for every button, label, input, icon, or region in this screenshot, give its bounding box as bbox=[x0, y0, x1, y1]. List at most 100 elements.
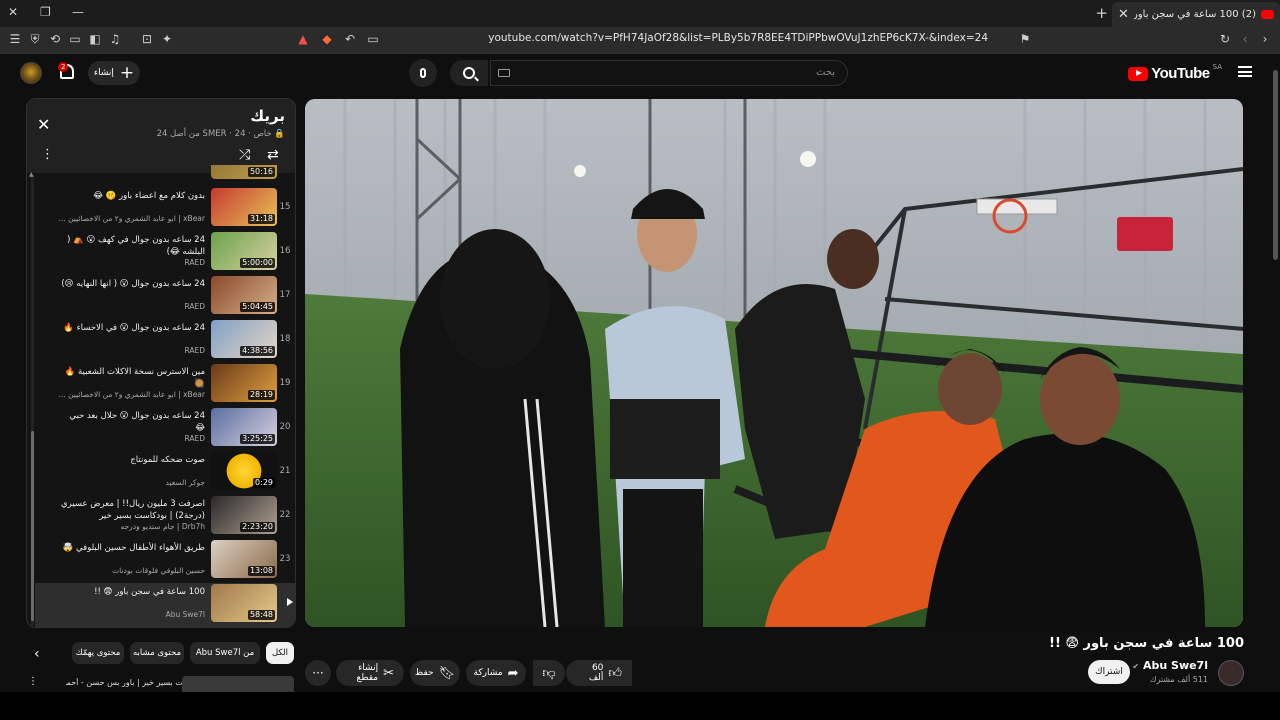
share-label: مشاركة bbox=[473, 668, 503, 678]
forward-icon[interactable]: › bbox=[1258, 32, 1272, 46]
chips-scroll-left-icon[interactable]: ‹ bbox=[34, 646, 40, 662]
close-icon[interactable]: ✕ bbox=[37, 115, 50, 134]
playlist-item[interactable]: 17 5:04:45 24 ساعه بدون جوال 😮 ( انها النه… bbox=[35, 275, 295, 319]
recommendation-item[interactable]: ⋮ بودكاست بسير خير | باور بس حسن - أحمد bbox=[26, 676, 296, 692]
recommendation-thumbnail bbox=[182, 676, 294, 692]
subscribe-button[interactable]: اشتراك bbox=[1088, 660, 1130, 684]
more-actions-button[interactable]: ··· bbox=[305, 660, 331, 686]
close-window-icon[interactable]: ✕ bbox=[8, 5, 18, 19]
cast-icon[interactable]: ▭ bbox=[366, 32, 380, 46]
duration-badge: 31:18 bbox=[247, 214, 275, 224]
duration-badge: 4:38:56 bbox=[240, 346, 275, 356]
page-scrollbar-thumb[interactable] bbox=[1273, 70, 1278, 260]
thumbs-down-icon: 👎︎ bbox=[542, 665, 556, 681]
playlist-item[interactable]: 15 31:18 بدون كلام مع اعضاء باور 🤫 😂 xBear … bbox=[35, 187, 295, 231]
youtube-logo[interactable]: YouTube SA bbox=[1128, 63, 1222, 82]
playlist-item-channel: RAED bbox=[184, 434, 205, 443]
scroll-up-icon[interactable]: ▲ bbox=[29, 171, 34, 178]
playlist-item[interactable]: 20 3:25:25 24 ساعه بدون جوال 😮 حلال بعد حب… bbox=[35, 407, 295, 451]
search-placeholder: بحث bbox=[815, 67, 835, 78]
share-icon: ➦ bbox=[507, 665, 519, 681]
playlist-item[interactable]: 22 2:23:20 اصرفت 3 مليون ريال!! | معرض عسي… bbox=[35, 495, 295, 539]
playlist-title[interactable]: بريك bbox=[250, 107, 285, 125]
guide-menu-icon[interactable] bbox=[1238, 66, 1252, 77]
search-button[interactable] bbox=[450, 60, 488, 86]
playlist-index: 22 bbox=[279, 510, 291, 520]
back-icon[interactable]: ‹ bbox=[1238, 32, 1252, 46]
playlist-item-channel: جوكر السعيد bbox=[165, 478, 205, 487]
channel-name[interactable]: Abu Swe7l ✔ bbox=[1132, 659, 1208, 672]
video-title: 100 ساعة في سجن باور 😨 !! bbox=[1049, 636, 1244, 651]
keyboard-icon[interactable] bbox=[498, 69, 510, 77]
sidebar-icon[interactable]: ◧ bbox=[88, 32, 102, 46]
chip-all[interactable]: الكل bbox=[266, 642, 294, 664]
search-input[interactable]: بحث bbox=[490, 60, 848, 86]
thumbnail: 13:08 bbox=[211, 540, 277, 578]
shuffle-icon[interactable]: ⤮ bbox=[239, 147, 250, 163]
dislike-button[interactable]: 👎︎ bbox=[533, 660, 565, 686]
playlist-item-title: طريق الأهواء الأطفال حسين البلوفي 🤯 bbox=[62, 543, 205, 553]
duration-badge: 50:16 bbox=[247, 167, 275, 177]
browser-tab[interactable]: (2) 100 ساعة في سجن باور 😨 ✕ bbox=[1112, 2, 1280, 27]
address-bar[interactable]: youtube.com/watch?v=PfH74JaOf28&list=PLB… bbox=[388, 32, 988, 44]
screenshot-icon[interactable]: ⊡ bbox=[140, 32, 154, 46]
subscriber-count: 511 ألف مشترك bbox=[1149, 675, 1208, 684]
tab-title: (2) 100 ساعة في سجن باور 😨 bbox=[1133, 9, 1256, 20]
thumbnail: 0:29 bbox=[211, 452, 277, 490]
thumbnail: 50:16 bbox=[211, 165, 277, 179]
thumbnail: 2:23:20 bbox=[211, 496, 277, 534]
duration-badge: 58:48 bbox=[247, 610, 275, 620]
extensions-icon[interactable]: ✦ bbox=[160, 32, 174, 46]
thumbnail: 31:18 bbox=[211, 188, 277, 226]
channel-avatar[interactable] bbox=[1218, 660, 1244, 686]
playlist-item[interactable]: 23 13:08 طريق الأهواء الأطفال حسين البلوفي… bbox=[35, 539, 295, 583]
duration-badge: 0:29 bbox=[253, 478, 275, 488]
chip-for-you[interactable]: محتوى يهمّك bbox=[72, 642, 124, 664]
tabs-icon[interactable]: ▭ bbox=[68, 32, 82, 46]
brave-shield-icon[interactable]: ◆ bbox=[320, 32, 334, 46]
playlist-item-channel: Drb7h | جام ستديو ودرجه bbox=[120, 522, 205, 531]
maximize-icon[interactable]: ❐ bbox=[40, 5, 51, 19]
history-icon[interactable]: ⟲ bbox=[48, 32, 62, 46]
account-avatar[interactable] bbox=[20, 62, 42, 84]
thumbnail: 58:48 bbox=[211, 584, 277, 622]
chip-related[interactable]: محتوى مشابه bbox=[130, 642, 184, 664]
playlist-item[interactable]: 19 28:19 مين الاسترس نسخة الاكلات الشعبية … bbox=[35, 363, 295, 407]
new-tab-button[interactable]: + bbox=[1095, 4, 1108, 22]
undo-icon[interactable]: ↶ bbox=[343, 32, 357, 46]
more-vert-icon[interactable]: ⋮ bbox=[41, 147, 54, 162]
share-button[interactable]: ➦ مشاركة bbox=[466, 660, 526, 686]
playlist-item-channel: xBear | ابو عابد الشمري و٢ من الاخصائيين… bbox=[59, 214, 205, 223]
menu-icon[interactable]: ☰ bbox=[8, 32, 22, 46]
browser-toolbar: ☰ ⛨ ⟲ ▭ ◧ ♫ ⊡ ✦ ▲ ◆ ↶ ▭ youtube.com/watc… bbox=[0, 27, 1280, 54]
playlist-item-title: 24 ساعه بدون جوال 😮 حلال بعد حبي 😂 bbox=[69, 411, 205, 433]
playlist-index: 15 bbox=[279, 202, 291, 212]
bookmark-icon[interactable]: ⚑ bbox=[1018, 32, 1032, 46]
loop-icon[interactable]: ⇄ bbox=[267, 147, 279, 163]
thumbnail: 28:19 bbox=[211, 364, 277, 402]
video-player[interactable] bbox=[305, 99, 1243, 627]
clip-button[interactable]: ✂ إنشاء مقطع bbox=[336, 660, 404, 686]
page-scrollbar[interactable] bbox=[1272, 58, 1278, 688]
plus-icon: + bbox=[119, 62, 135, 83]
more-vert-icon[interactable]: ⋮ bbox=[28, 676, 38, 687]
voice-search-button[interactable] bbox=[409, 59, 437, 87]
playlist-item-title: بدون كلام مع اعضاء باور 🤫 😂 bbox=[93, 191, 205, 201]
playlist-item[interactable]: 21 0:29 صوت ضحكه للمونتاج جوكر السعيد bbox=[35, 451, 295, 495]
reload-icon[interactable]: ↻ bbox=[1218, 32, 1232, 46]
thumbs-up-icon: 👍︎ bbox=[608, 665, 622, 681]
save-button[interactable]: 🔖︎ حفظ bbox=[410, 660, 460, 686]
create-button[interactable]: + إنشاء bbox=[88, 61, 140, 85]
minimize-icon[interactable]: — bbox=[72, 5, 84, 19]
like-button[interactable]: 👍︎ 60 ألف bbox=[566, 660, 632, 686]
playlist-item-current[interactable]: 58:48 100 ساعة في سجن باور 😨 !! Abu Swe7l bbox=[35, 583, 295, 627]
music-icon[interactable]: ♫ bbox=[108, 32, 122, 46]
list-item-partial[interactable]: 50:16 bbox=[35, 165, 295, 179]
chip-from-channel[interactable]: من Abu Swe7l bbox=[190, 642, 260, 664]
shield-icon[interactable]: ⛨ bbox=[28, 32, 42, 46]
warning-icon[interactable]: ▲ bbox=[296, 32, 310, 46]
playlist-item[interactable]: 18 4:38:56 24 ساعه بدون جوال 😮 في الاحساء … bbox=[35, 319, 295, 363]
tab-close-icon[interactable]: ✕ bbox=[1118, 7, 1129, 22]
playlist-scrollbar-thumb[interactable] bbox=[31, 431, 34, 621]
playlist-item[interactable]: 16 5:00:00 24 ساعه بدون جوال في كهف 😮 ⛺ ( … bbox=[35, 231, 295, 275]
